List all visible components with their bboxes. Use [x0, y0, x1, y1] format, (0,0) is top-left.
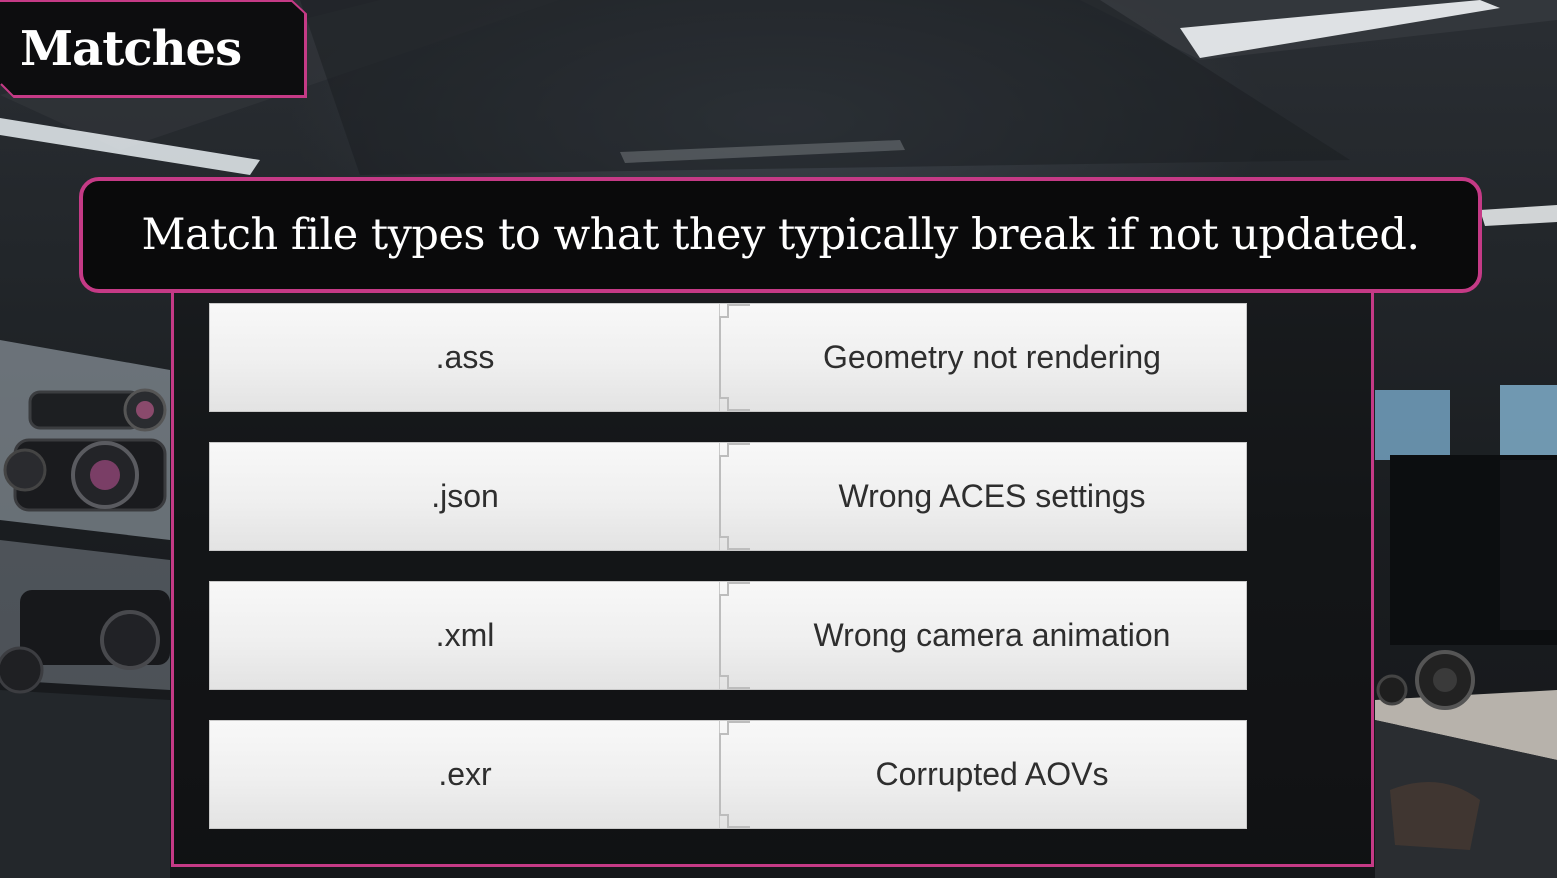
- match-item-right[interactable]: Wrong camera animation: [719, 581, 1247, 690]
- match-item-left-label: .exr: [438, 756, 492, 792]
- match-item-right-label: Geometry not rendering: [823, 339, 1161, 375]
- match-item-right[interactable]: Corrupted AOVs: [719, 720, 1247, 829]
- match-item-left-label: .xml: [435, 617, 495, 653]
- match-item-right-label: Wrong ACES settings: [838, 478, 1146, 514]
- page-title: Matches: [20, 21, 242, 77]
- match-item-left[interactable]: .json: [209, 442, 721, 551]
- match-row: .json Wrong ACES settings: [209, 442, 1247, 551]
- question-text: Match file types to what they typically …: [141, 210, 1420, 260]
- match-item-left[interactable]: .xml: [209, 581, 721, 690]
- match-item-left[interactable]: .exr: [209, 720, 721, 829]
- match-item-left-label: .json: [431, 478, 499, 514]
- match-row: .exr Corrupted AOVs: [209, 720, 1247, 829]
- match-item-left[interactable]: .ass: [209, 303, 721, 412]
- match-item-right[interactable]: Geometry not rendering: [719, 303, 1247, 412]
- match-item-right-label: Corrupted AOVs: [875, 756, 1109, 792]
- match-row: .ass Geometry not rendering: [209, 303, 1247, 412]
- match-row: .xml Wrong camera animation: [209, 581, 1247, 690]
- match-item-right-label: Wrong camera animation: [813, 617, 1171, 653]
- match-item-right[interactable]: Wrong ACES settings: [719, 442, 1247, 551]
- match-item-left-label: .ass: [435, 339, 495, 375]
- question-bar: Match file types to what they typically …: [79, 177, 1482, 293]
